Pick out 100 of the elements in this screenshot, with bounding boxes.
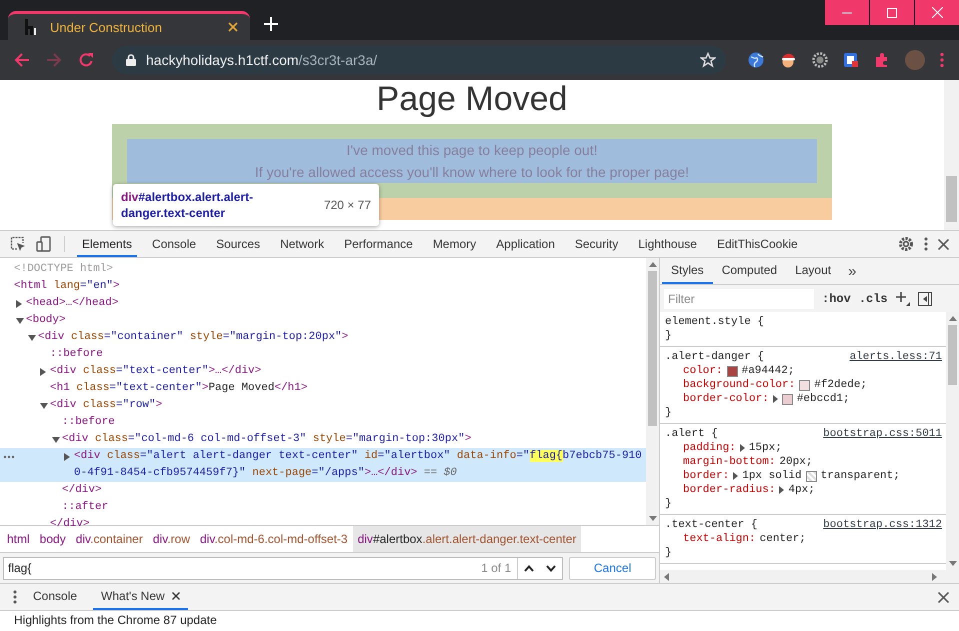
sidebar-tab[interactable]: Computed — [712, 258, 786, 284]
scroll-down-arrow-icon[interactable] — [648, 516, 656, 521]
more-icon[interactable] — [3, 455, 15, 459]
shield-icon[interactable] — [843, 52, 859, 68]
expanded-arrow-icon[interactable] — [52, 436, 60, 442]
dom-line[interactable]: <head>…</head> — [0, 295, 646, 312]
expanded-arrow-icon[interactable] — [16, 318, 24, 324]
dom-line[interactable]: <body> — [0, 312, 646, 329]
devtools-tab[interactable]: Performance — [339, 231, 418, 257]
back-arrow-icon[interactable] — [14, 52, 30, 68]
down-caret-icon[interactable] — [546, 564, 556, 572]
color-swatch[interactable] — [726, 366, 738, 376]
sidebar-tab[interactable]: Layout — [786, 258, 840, 284]
devtools-tab[interactable]: Console — [147, 231, 202, 257]
devtools-tab[interactable]: Lighthouse — [633, 231, 702, 257]
santa-hat-icon[interactable] — [779, 52, 797, 68]
dom-line[interactable]: ::before — [0, 414, 646, 431]
dom-line[interactable]: <div class="container" style="margin-top:20px"> — [0, 329, 646, 346]
expand-arrow-icon[interactable] — [779, 486, 784, 494]
dom-line[interactable]: <html lang="en"> — [0, 278, 646, 295]
sidebar-toggle-icon[interactable] — [918, 292, 932, 306]
close-icon[interactable] — [172, 592, 180, 600]
globe-icon[interactable] — [748, 52, 764, 68]
source-link[interactable]: bootstrap.css:1312 — [823, 518, 942, 532]
dom-line[interactable]: </div> — [0, 482, 646, 499]
dom-line[interactable]: <div class="col-md-6 col-md-offset-3" style="margin-top:30px"> — [0, 431, 646, 448]
close-icon[interactable] — [938, 592, 949, 602]
devtools-tab[interactable]: Elements — [77, 231, 138, 257]
drawer-tab[interactable]: What's New — [93, 584, 188, 610]
transparent-swatch[interactable] — [806, 470, 817, 482]
expanded-arrow-icon[interactable] — [28, 334, 36, 340]
reload-icon[interactable] — [78, 52, 94, 68]
maximize-button[interactable] — [870, 0, 914, 25]
filter-field[interactable]: Filter — [664, 288, 814, 308]
property-value: 15px; — [748, 441, 782, 455]
expand-arrow-icon[interactable] — [740, 444, 745, 452]
more-icon[interactable] — [13, 590, 17, 604]
class-button[interactable]: .cls — [858, 292, 888, 306]
plus-icon[interactable] — [896, 292, 910, 306]
gear-icon[interactable] — [812, 52, 828, 68]
inspect-icon[interactable] — [10, 236, 26, 252]
menu-icon[interactable] — [940, 52, 944, 68]
scroll-left-arrow-icon[interactable] — [664, 572, 669, 580]
source-link[interactable]: bootstrap.css:5011 — [823, 427, 942, 441]
dom-line[interactable]: <h1 class="text-center">Page Moved</h1> — [0, 380, 646, 397]
scroll-up-arrow-icon[interactable] — [948, 316, 956, 321]
dom-line[interactable]: ::after — [0, 499, 646, 516]
devtools-tab[interactable]: Memory — [428, 231, 482, 257]
dom-line[interactable]: <div class="text-center">…</div> — [0, 363, 646, 380]
cancel-button[interactable]: Cancel — [569, 556, 656, 580]
whats-new-text: Highlights from the Chrome 87 update — [14, 613, 217, 627]
plus-icon[interactable] — [264, 17, 278, 31]
more-tabs-button[interactable]: » — [840, 258, 864, 284]
address-bar[interactable]: hackyholidays.h1ctf.com/s3cr3t-ar3a/ — [112, 46, 726, 74]
device-icon[interactable] — [36, 236, 52, 252]
devtools-tab[interactable]: Application — [491, 231, 560, 257]
expand-arrow-icon[interactable] — [772, 395, 778, 403]
up-caret-icon[interactable] — [524, 564, 534, 572]
property-name: text-align: — [683, 532, 756, 546]
expand-arrow-icon[interactable] — [733, 472, 738, 480]
hover-state-button[interactable]: :hov — [822, 292, 851, 306]
collapsed-arrow-icon[interactable] — [40, 368, 46, 376]
alert-text: If you're allowed access you'll know where to look for the proper page! — [254, 163, 690, 182]
close-icon[interactable] — [228, 22, 238, 32]
scroll-down-arrow-icon[interactable] — [948, 561, 956, 566]
devtools-tab[interactable]: Network — [275, 231, 330, 257]
scroll-right-arrow-icon[interactable] — [932, 572, 937, 580]
settings-icon[interactable] — [898, 236, 914, 252]
collapsed-arrow-icon[interactable] — [64, 452, 70, 460]
devtools-tab[interactable]: Security — [570, 231, 624, 257]
close-icon[interactable] — [938, 238, 949, 250]
star-icon[interactable] — [700, 52, 716, 68]
color-swatch[interactable] — [782, 394, 793, 404]
drawer-tab[interactable]: Console — [25, 584, 86, 610]
devtools-tab[interactable]: EditThisCookie — [712, 231, 803, 257]
scroll-thumb[interactable] — [648, 271, 657, 426]
css-selector: .alert { — [665, 427, 718, 441]
search-field[interactable]: flag{ 1 of 1 — [3, 556, 564, 580]
more-icon[interactable] — [924, 237, 928, 251]
devtools-tab[interactable]: Sources — [211, 231, 266, 257]
expanded-arrow-icon[interactable] — [40, 402, 48, 408]
color-swatch[interactable] — [799, 380, 810, 390]
scroll-thumb[interactable] — [946, 176, 957, 222]
close-window-button[interactable] — [915, 0, 959, 25]
puzzle-icon[interactable] — [874, 52, 890, 68]
scrollbar[interactable] — [646, 258, 659, 525]
breadcrumb-link[interactable]: div#alertbox.alert.alert-danger.text-center — [352, 526, 582, 552]
dom-line[interactable]: <div class="row"> — [0, 397, 646, 414]
property-value: 1px solid — [742, 469, 802, 483]
close-icon — [932, 7, 942, 18]
scroll-up-arrow-icon[interactable] — [648, 262, 656, 267]
source-link[interactable]: alerts.less:71 — [850, 350, 942, 364]
closing-brace: } — [665, 546, 672, 560]
scroll-thumb[interactable] — [948, 325, 957, 385]
logo-icon — [24, 19, 38, 35]
scrollbar[interactable] — [944, 80, 959, 230]
dom-line[interactable]: ::before — [0, 346, 646, 363]
scrollbar[interactable] — [660, 570, 959, 583]
collapsed-arrow-icon[interactable] — [16, 300, 22, 308]
browser-tab[interactable]: Under Construction — [8, 11, 250, 40]
